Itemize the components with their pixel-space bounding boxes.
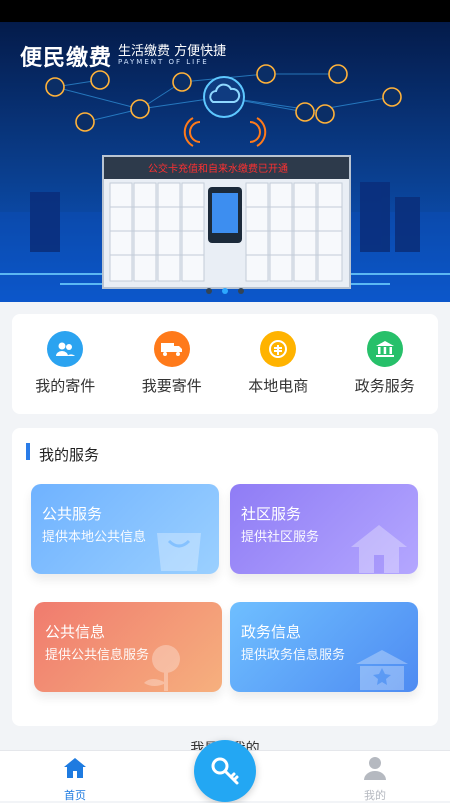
parcel-locker-illustration: 公交卡充值和自来水缴费已开通 (102, 155, 351, 289)
card-description: 提供社区服务 (241, 530, 320, 545)
tab-label: 首页 (64, 789, 86, 802)
banner-subtitle-en: PAYMENT OF LIFE (118, 58, 209, 66)
house-icon (351, 525, 407, 573)
quick-action-local-ecommerce[interactable]: 本地电商 (225, 314, 332, 414)
quick-action-government-services[interactable]: 政务服务 (332, 314, 439, 414)
flower-icon (144, 645, 180, 691)
building-icon (356, 650, 408, 690)
government-icon (366, 331, 403, 367)
card-description: 提供公共信息服务 (45, 648, 150, 663)
quick-action-label: 本地电商 (248, 377, 309, 395)
card-title: 社区服务 (241, 505, 302, 523)
my-services-section: 我的服务 公共服务 提供本地公共信息 社区服务 提供社区服务 公共信息 提供公共… (12, 428, 438, 726)
card-description: 提供本地公共信息 (42, 530, 147, 545)
status-bar (0, 0, 450, 22)
carousel-dot-active[interactable] (222, 288, 228, 294)
quick-actions-panel: 我的寄件 我要寄件 本地电商 政务服务 (12, 314, 438, 414)
quick-action-my-shipments[interactable]: 我的寄件 (12, 314, 119, 414)
card-title: 公共信息 (45, 623, 106, 641)
kiosk-header: 公交卡充值和自来水缴费已开通 (104, 157, 349, 179)
quick-action-label: 我要寄件 (141, 377, 202, 395)
service-card-government-information[interactable]: 政务信息 提供政务信息服务 (230, 602, 418, 692)
user-icon (364, 757, 386, 780)
key-icon (211, 757, 239, 785)
tab-label: 我的 (364, 789, 386, 802)
tab-mine[interactable]: 我的 (345, 755, 405, 803)
kiosk-ticker-text: 公交卡充值和自来水缴费已开通 (148, 164, 288, 175)
section-accent-bar (26, 443, 30, 460)
section-title: 我的服务 (39, 446, 100, 464)
people-icon (47, 331, 84, 367)
carousel-dot[interactable] (206, 288, 212, 294)
tab-home[interactable]: 首页 (45, 755, 105, 803)
carousel-indicator[interactable] (0, 279, 450, 298)
truck-icon (153, 331, 190, 367)
promo-banner[interactable]: 便民缴费 生活缴费 方便快捷 PAYMENT OF LIFE 公交卡充值和自来水… (0, 22, 450, 302)
card-title: 政务信息 (241, 623, 302, 641)
service-card-public-services[interactable]: 公共服务 提供本地公共信息 (31, 484, 219, 574)
service-card-public-information[interactable]: 公共信息 提供公共信息服务 (34, 602, 222, 692)
home-icon (64, 758, 86, 778)
bag-icon (157, 533, 201, 571)
shop-icon (260, 331, 297, 367)
card-title: 公共服务 (42, 505, 103, 523)
quick-action-label: 政务服务 (354, 377, 415, 395)
quick-action-send-parcel[interactable]: 我要寄件 (119, 314, 226, 414)
banner-subtitle: 生活缴费 方便快捷 (118, 44, 227, 59)
quick-action-label: 我的寄件 (35, 377, 96, 395)
banner-title: 便民缴费 (20, 46, 113, 71)
service-card-community-services[interactable]: 社区服务 提供社区服务 (230, 484, 418, 574)
center-key-button[interactable] (194, 740, 256, 802)
carousel-dot[interactable] (238, 288, 244, 294)
locker-grid-graphic (109, 182, 343, 282)
card-description: 提供政务信息服务 (241, 648, 346, 663)
